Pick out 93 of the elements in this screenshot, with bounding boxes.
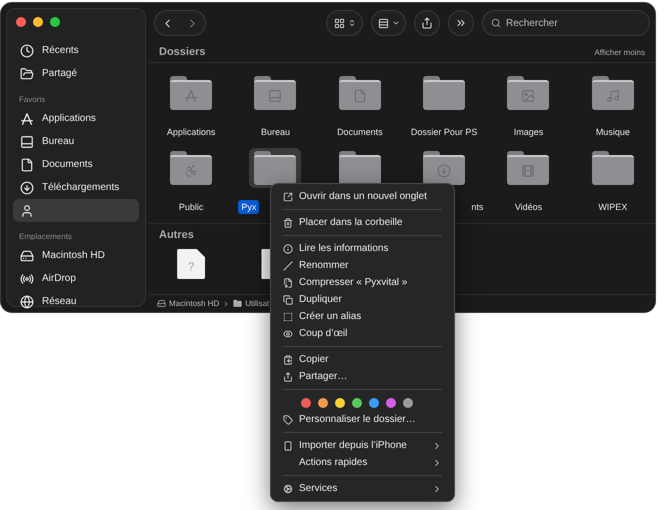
folder-icon <box>233 299 242 308</box>
sidebar-item[interactable]: Macintosh HD <box>13 244 139 267</box>
a-shape-icon <box>20 112 34 126</box>
minimize-button[interactable] <box>33 17 43 27</box>
duplicate-icon <box>283 294 293 304</box>
folder-icon[interactable] <box>507 151 550 185</box>
section-title: Autres <box>159 228 194 243</box>
zoom-button[interactable] <box>50 17 60 27</box>
folder-label: Vidéos <box>514 201 544 214</box>
menu-item[interactable]: Renommer <box>271 257 454 274</box>
share-button[interactable] <box>414 10 440 36</box>
globe-icon <box>20 294 34 308</box>
menu-item[interactable]: Copier <box>271 351 454 368</box>
share-icon <box>421 17 433 29</box>
phone-icon <box>283 440 293 450</box>
sidebar-section-title: Emplacements <box>18 231 73 243</box>
folder-icon[interactable] <box>423 151 466 185</box>
user-icon <box>20 204 34 218</box>
path-item[interactable]: Macintosh HD <box>169 298 220 310</box>
menu-item[interactable]: Personnaliser le dossier… <box>271 411 454 428</box>
folder-icon[interactable] <box>254 151 296 185</box>
clock-icon <box>20 44 34 58</box>
folder-label: Public <box>178 201 204 214</box>
sidebar-item[interactable]: Documents <box>13 153 139 176</box>
icon-view-button[interactable] <box>326 10 363 36</box>
path-item[interactable]: Utilisat <box>245 298 270 310</box>
folder-icon[interactable] <box>254 76 296 110</box>
menu-item[interactable]: Ouvrir dans un nouvel onglet <box>271 188 454 205</box>
open-tab-icon <box>283 192 293 202</box>
menu-item[interactable]: Services <box>271 480 454 497</box>
document-icon <box>20 158 34 172</box>
more-button[interactable] <box>448 10 474 36</box>
folder-label: Dossier Pour PS <box>410 126 478 139</box>
sidebar-item[interactable]: Téléchargements <box>13 176 139 199</box>
folder-label: WIPEX <box>597 201 628 214</box>
search-icon <box>491 18 501 28</box>
folder-icon[interactable] <box>338 76 381 110</box>
folder-label: Bureau <box>260 126 291 139</box>
sidebar-section-title: Favoris <box>18 94 46 106</box>
folder-label: Applications <box>166 126 216 139</box>
folder-icon[interactable] <box>170 151 212 185</box>
sidebar-item[interactable]: Partagé <box>13 62 139 85</box>
download-icon <box>20 180 34 194</box>
menu-item[interactable]: Importer depuis l’iPhone <box>271 437 454 454</box>
slash-icon <box>283 260 293 270</box>
folder-icon[interactable] <box>170 76 212 110</box>
archive-icon <box>283 278 293 288</box>
sidebar-item[interactable]: AirDrop <box>13 267 139 290</box>
group-button[interactable] <box>371 10 406 36</box>
menu-item[interactable]: Lire les informations <box>271 240 454 257</box>
menu-item[interactable]: Placer dans la corbeille <box>271 214 454 231</box>
dashed-square-icon <box>283 312 293 322</box>
close-button[interactable] <box>16 17 26 27</box>
gears-icon <box>283 484 293 494</box>
folder-label: Pyx <box>238 200 260 214</box>
sidebar-item[interactable]: Récents <box>13 39 139 62</box>
menu-item[interactable]: Créer un alias <box>271 308 454 325</box>
section-title: Dossiers <box>159 45 206 60</box>
grid-icon <box>334 18 344 28</box>
sidebar-item[interactable]: Bureau <box>13 130 139 153</box>
menu-item[interactable]: Coup d’œil <box>271 325 454 342</box>
shared-folder-icon <box>20 66 34 80</box>
show-less-link[interactable]: Afficher moins <box>594 46 645 58</box>
folder-icon[interactable] <box>338 151 381 185</box>
sidebar-item[interactable]: Applications <box>13 107 139 130</box>
folder-icon[interactable] <box>592 151 634 185</box>
copy-icon <box>283 354 293 364</box>
double-chevron-icon <box>455 17 467 29</box>
menu-item[interactable]: Compresser « Pyxvital » <box>271 274 454 291</box>
menu-item[interactable]: Dupliquer <box>271 291 454 308</box>
menu-item[interactable]: Actions rapides <box>271 454 454 471</box>
info-icon <box>283 244 293 254</box>
tag-icon <box>283 414 293 424</box>
desktop-icon <box>20 134 34 148</box>
folder-label: Documents <box>336 126 384 139</box>
up-down-chevron-icon <box>348 19 356 27</box>
folder-label: Images <box>512 126 544 139</box>
chevron-down-icon <box>392 19 400 27</box>
signal-icon <box>20 272 34 286</box>
sidebar-item[interactable]: Réseau <box>13 290 139 312</box>
drive-icon <box>20 248 34 262</box>
folder-icon[interactable] <box>507 76 550 110</box>
share-icon <box>283 372 293 382</box>
folder-label: nts <box>470 201 484 214</box>
folder-icon[interactable] <box>592 76 634 110</box>
search-field[interactable]: Rechercher <box>482 10 650 36</box>
menu-item[interactable]: Partager… <box>271 368 454 385</box>
eye-icon <box>283 328 293 338</box>
folder-icon[interactable] <box>423 76 466 110</box>
rows-icon <box>378 18 388 28</box>
folder-label: Musique <box>594 126 631 139</box>
drive-icon <box>157 299 166 308</box>
trash-icon <box>283 218 293 228</box>
